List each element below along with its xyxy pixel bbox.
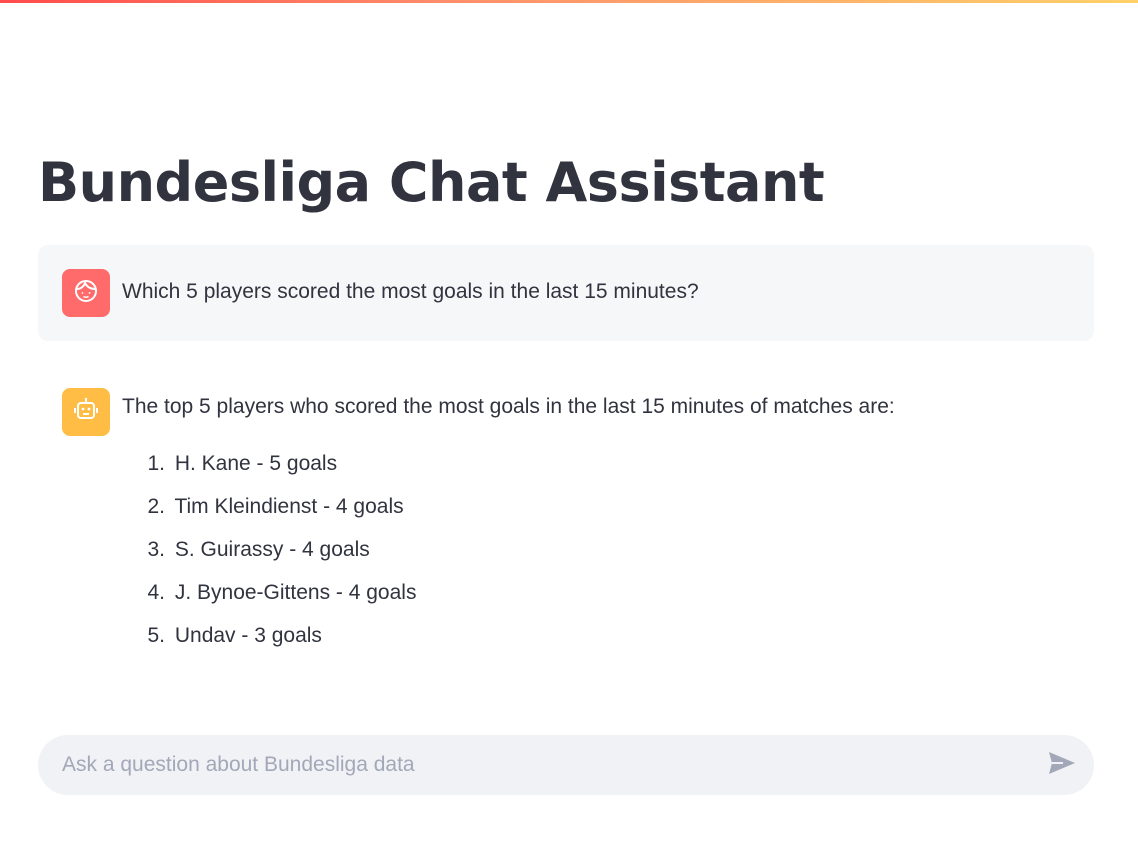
send-button[interactable] [1046,749,1078,781]
list-item-number: 1. [147,452,165,475]
chat-input-container [38,735,1094,795]
user-message: Which 5 players scored the most goals in… [38,245,1094,341]
list-item-text: S. Guirassy - 4 goals [174,538,370,561]
list-item-text: Tim Kleindienst - 4 goals [174,495,404,518]
user-face-icon [73,278,99,309]
list-item: 5. Undav - 3 goals [122,624,416,667]
list-item-number: 2. [147,495,165,518]
assistant-message-text: The top 5 players who scored the most go… [122,395,895,418]
list-item-text: J. Bynoe-Gittens - 4 goals [174,581,417,604]
assistant-avatar [62,388,110,436]
list-item-number: 5. [147,624,165,647]
robot-icon [72,396,100,429]
list-item: 2. Tim Kleindienst - 4 goals [122,495,416,538]
list-item-text: Undav - 3 goals [174,624,322,647]
list-item-number: 4. [147,581,165,604]
list-item-text: H. Kane - 5 goals [174,452,338,475]
header-accent-bar [0,0,1138,3]
assistant-message: The top 5 players who scored the most go… [38,366,1094,686]
list-item: 1. H. Kane - 5 goals [122,452,416,495]
list-item: 4. J. Bynoe-Gittens - 4 goals [122,581,416,624]
answer-list: 1. H. Kane - 5 goals 2. Tim Kleindienst … [122,452,416,667]
page-title: Bundesliga Chat Assistant [38,151,825,214]
send-icon [1047,750,1077,781]
user-message-text: Which 5 players scored the most goals in… [122,280,699,303]
list-item-number: 3. [147,538,165,561]
chat-input[interactable] [62,735,1022,795]
user-avatar [62,269,110,317]
list-item: 3. S. Guirassy - 4 goals [122,538,416,581]
